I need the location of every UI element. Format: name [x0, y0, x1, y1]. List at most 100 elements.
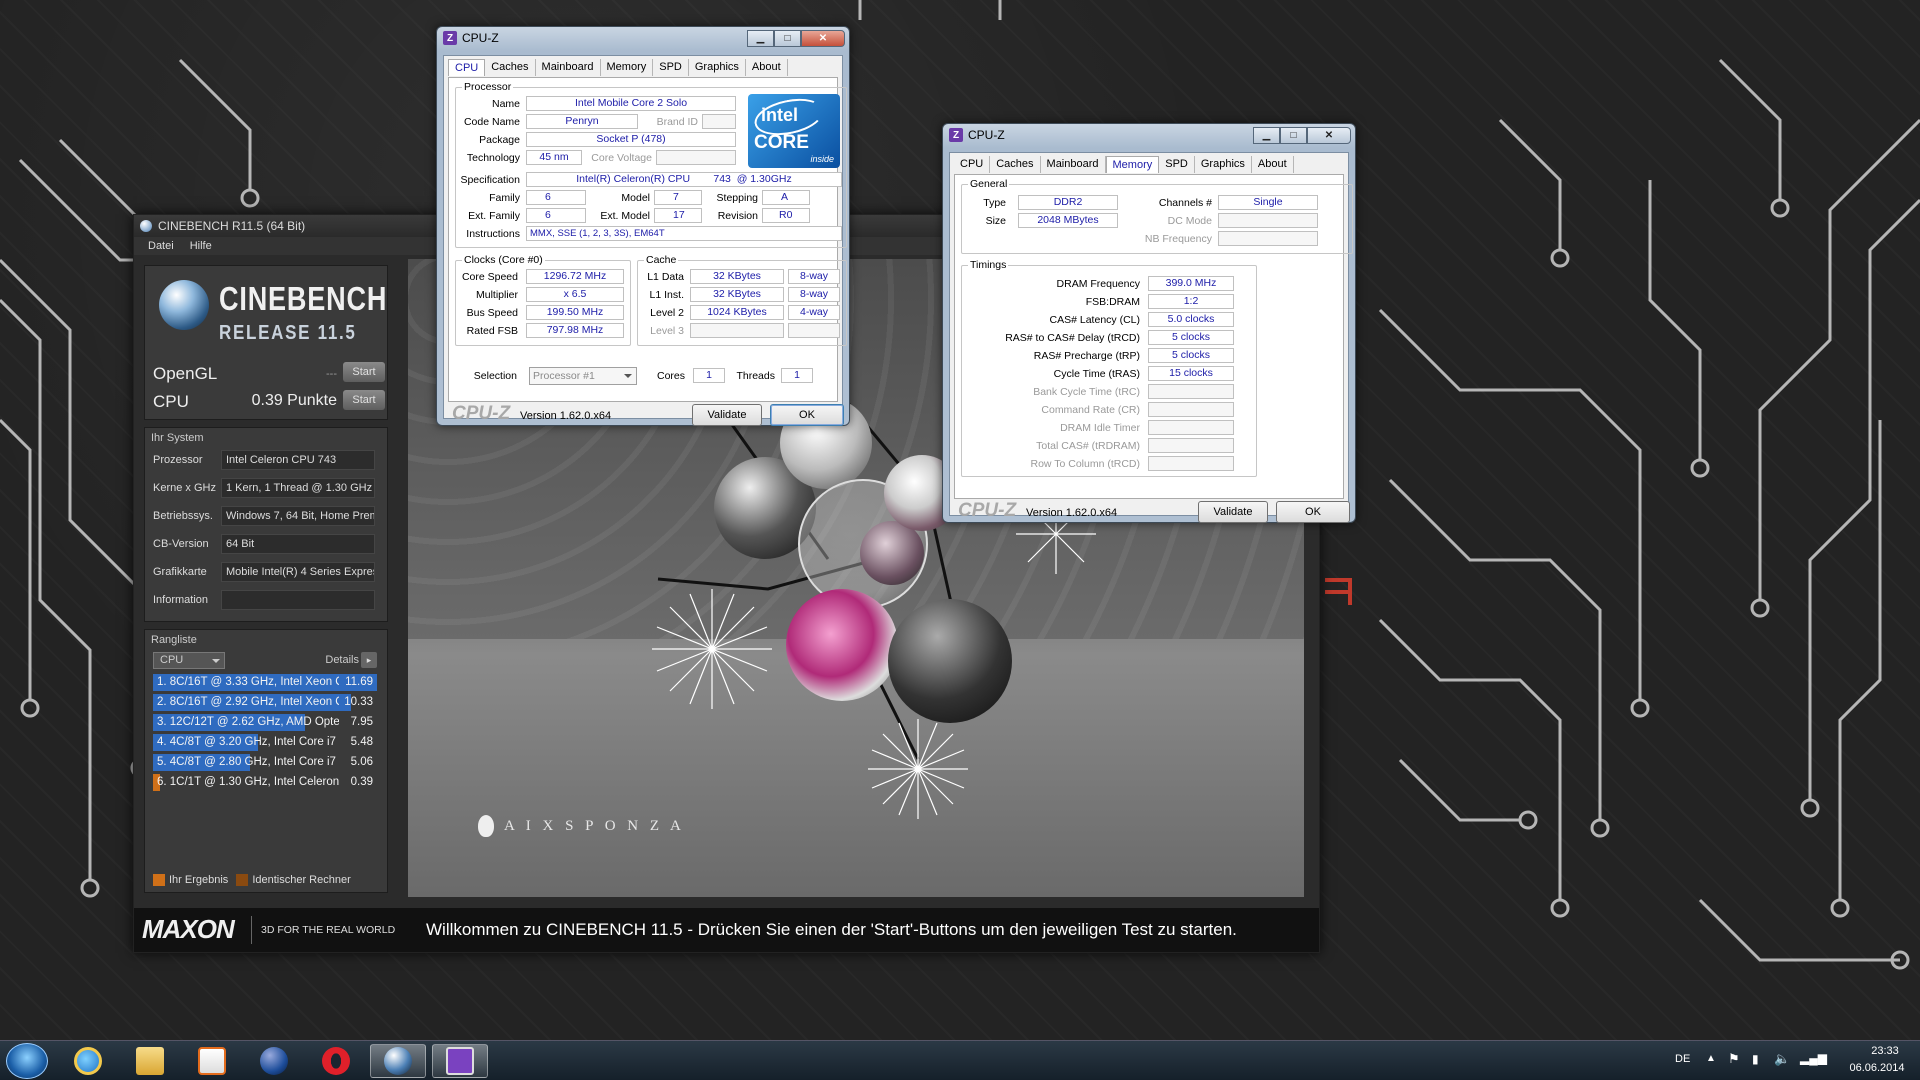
- system-key: Kerne x GHz: [153, 482, 216, 494]
- dcmode-label: DC Mode: [1167, 215, 1212, 227]
- tab-mainboard[interactable]: Mainboard: [1041, 156, 1106, 173]
- taskbar-cpuz[interactable]: [432, 1044, 488, 1078]
- level2-way: 4-way: [788, 305, 840, 320]
- ranking-row[interactable]: 3. 12C/12T @ 2.62 GHz, AMD Opterc 7.95: [153, 714, 377, 731]
- taskbar-opera[interactable]: [308, 1044, 364, 1078]
- ok-button[interactable]: OK: [1276, 501, 1350, 523]
- ranking-row[interactable]: 1. 8C/16T @ 3.33 GHz, Intel Xeon C 11.69: [153, 674, 377, 691]
- tab-spd[interactable]: SPD: [653, 59, 689, 76]
- cpuz-titlebar[interactable]: Z CPU-Z ▁ □ ✕: [437, 27, 849, 49]
- tab-graphics[interactable]: Graphics: [689, 59, 746, 76]
- validate-button[interactable]: Validate: [692, 404, 762, 426]
- language-indicator[interactable]: DE: [1675, 1053, 1690, 1065]
- ranking-select[interactable]: CPU: [153, 652, 225, 669]
- menu-datei[interactable]: Datei: [148, 240, 174, 252]
- trc-label: Bank Cycle Time (tRC): [1033, 386, 1140, 398]
- system-row: CB-Version 64 Bit: [153, 534, 375, 554]
- taskbar-ie[interactable]: [60, 1044, 116, 1078]
- maxon-divider: [251, 916, 252, 944]
- l1inst-way: 8-way: [788, 287, 840, 302]
- close-icon[interactable]: ✕: [1307, 126, 1351, 144]
- tab-cpu[interactable]: CPU: [448, 59, 486, 76]
- minimize-icon[interactable]: ▁: [747, 29, 774, 47]
- tab-memory[interactable]: Memory: [1105, 156, 1160, 173]
- system-panel: Ihr System Prozessor Intel Celeron CPU 74…: [144, 427, 388, 622]
- tab-about[interactable]: About: [746, 59, 788, 76]
- spec-label: Specification: [460, 174, 520, 186]
- cache-group: Cache L1 Data 32 KBytes 8-way L1 Inst. 3…: [637, 254, 847, 346]
- ranking-score: 5.48: [350, 736, 373, 748]
- extmodel-label: Ext. Model: [600, 210, 650, 222]
- taskbar-cinebench-earth[interactable]: [246, 1044, 302, 1078]
- cpuz-memory-window[interactable]: Z CPU-Z ▁ □ ✕ CPU Caches Mainboard Memor…: [942, 123, 1356, 523]
- trp-value: 5 clocks: [1148, 348, 1234, 363]
- cpuz-icon: [446, 1047, 474, 1075]
- cpu-start-button[interactable]: Start: [343, 390, 385, 410]
- start-button[interactable]: [6, 1043, 48, 1079]
- ranking-row[interactable]: 4. 4C/8T @ 3.20 GHz, Intel Core i7 CF 5.4…: [153, 734, 377, 751]
- corespeed-label: Core Speed: [461, 271, 518, 283]
- tab-page: General Type DDR2 Size 2048 MBytes Chann…: [954, 174, 1353, 499]
- tab-cpu[interactable]: CPU: [954, 156, 991, 173]
- action-center-flag-icon[interactable]: ⚑: [1728, 1051, 1740, 1067]
- type-label: Type: [983, 197, 1006, 209]
- menu-hilfe[interactable]: Hilfe: [190, 240, 212, 252]
- details-arrow-button[interactable]: ▸: [361, 652, 377, 668]
- ranking-row[interactable]: 5. 4C/8T @ 2.80 GHz, Intel Core i7 CF 5.0…: [153, 754, 377, 771]
- tab-caches[interactable]: Caches: [485, 59, 536, 76]
- system-row: Kerne x GHz 1 Kern, 1 Thread @ 1.30 GHz: [153, 478, 375, 498]
- clock-time[interactable]: 23:33: [1855, 1045, 1915, 1057]
- validate-button[interactable]: Validate: [1198, 501, 1268, 523]
- cpuz-cpu-window[interactable]: Z CPU-Z ▁ □ ✕ CPU Caches Mainboard Memor…: [436, 26, 850, 426]
- taskbar-media-player[interactable]: [184, 1044, 240, 1078]
- minimize-icon[interactable]: ▁: [1253, 126, 1280, 144]
- technology-label: Technology: [466, 152, 520, 164]
- ranking-score: 0.39: [350, 776, 373, 788]
- name-value: Intel Mobile Core 2 Solo: [526, 96, 736, 111]
- level2-value: 1024 KBytes: [690, 305, 784, 320]
- ranking-row[interactable]: 2. 8C/16T @ 2.92 GHz, Intel Xeon C 10.33: [153, 694, 377, 711]
- type-value: DDR2: [1018, 195, 1118, 210]
- tab-memory[interactable]: Memory: [601, 59, 654, 76]
- intel-inside-text: inside: [810, 154, 834, 164]
- opengl-start-button[interactable]: Start: [343, 362, 385, 382]
- ok-button[interactable]: OK: [770, 404, 844, 426]
- maximize-icon[interactable]: □: [1280, 126, 1307, 144]
- tab-spd[interactable]: SPD: [1159, 156, 1195, 173]
- maximize-icon[interactable]: □: [774, 29, 801, 47]
- taskbar-explorer[interactable]: [122, 1044, 178, 1078]
- opera-icon: [322, 1047, 350, 1075]
- opengl-row: OpenGL --- Start: [153, 362, 385, 384]
- cpuz-titlebar[interactable]: Z CPU-Z ▁ □ ✕: [943, 124, 1355, 146]
- taskbar-cinebench[interactable]: [370, 1044, 426, 1078]
- processor-select[interactable]: Processor #1: [529, 367, 637, 385]
- timings-group: Timings DRAM Frequency 399.0 MHz FSB:DRAM 1…: [961, 259, 1257, 477]
- multiplier-value: x 6.5: [526, 287, 624, 302]
- opengl-label: OpenGL: [153, 364, 218, 383]
- close-icon[interactable]: ✕: [801, 29, 845, 47]
- ranking-row[interactable]: 6. 1C/1T @ 1.30 GHz, Intel Celeron C 0.39: [153, 774, 377, 791]
- ranking-label: 2. 8C/16T @ 2.92 GHz, Intel Xeon C: [157, 696, 339, 708]
- tray-expand-icon[interactable]: ▲: [1706, 1053, 1716, 1064]
- level2-label: Level 2: [650, 307, 684, 319]
- brandid-label: Brand ID: [656, 116, 698, 128]
- tab-graphics[interactable]: Graphics: [1195, 156, 1252, 173]
- legend-mine-label: Ihr Ergebnis: [169, 874, 229, 886]
- tab-mainboard[interactable]: Mainboard: [536, 59, 601, 76]
- clock-date[interactable]: 06.06.2014: [1840, 1062, 1914, 1074]
- tab-caches[interactable]: Caches: [990, 156, 1041, 173]
- cpuz-footer-logo: CPU-Z: [452, 403, 511, 424]
- volume-icon[interactable]: 🔈: [1774, 1051, 1790, 1067]
- system-row: Betriebssys. Windows 7, 64 Bit, Home Prem: [153, 506, 375, 526]
- tras-label: Cycle Time (tRAS): [1053, 368, 1140, 380]
- system-header: Ihr System: [151, 432, 204, 444]
- network-icon[interactable]: ▂▄▆: [1800, 1051, 1827, 1065]
- l1data-way: 8-way: [788, 269, 840, 284]
- ranking-label: 1. 8C/16T @ 3.33 GHz, Intel Xeon C: [157, 676, 339, 688]
- system-row: Grafikkarte Mobile Intel(R) 4 Series Expr…: [153, 562, 375, 582]
- instructions-value: MMX, SSE (1, 2, 3, 3S), EM64T: [526, 226, 842, 241]
- timings-group-label: Timings: [968, 259, 1009, 271]
- power-icon[interactable]: ▮: [1752, 1052, 1759, 1066]
- tab-about[interactable]: About: [1252, 156, 1294, 173]
- idle-value: [1148, 420, 1234, 435]
